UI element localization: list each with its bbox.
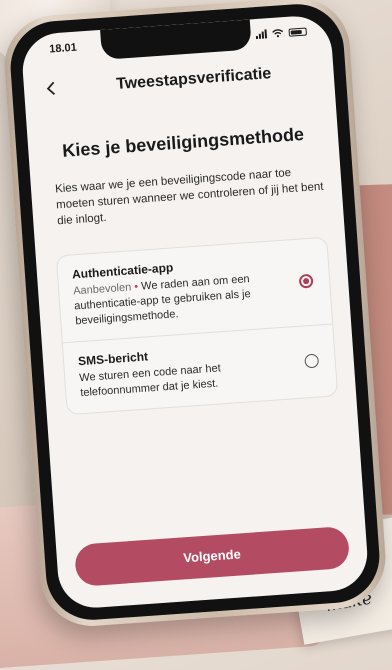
phone: 18.01 Tweestapsverificatie Kies je bevei (1, 0, 389, 630)
battery-icon (288, 27, 307, 37)
status-time: 18.01 (48, 41, 78, 56)
phone-screen: 18.01 Tweestapsverificatie Kies je bevei (20, 13, 370, 611)
option-description: We raden aan om een authenticatie-app te… (73, 273, 252, 328)
signal-icon (255, 29, 268, 40)
recommended-label: Aanbevolen (72, 281, 132, 298)
next-button[interactable]: Volgende (73, 525, 351, 587)
page-title: Tweestapsverificatie (115, 65, 272, 93)
heading: Kies je beveiligingsmethode (61, 123, 305, 161)
radio-sms[interactable] (304, 353, 320, 368)
wifi-icon (272, 29, 284, 38)
notch (100, 19, 252, 60)
phone-bezel: 18.01 Tweestapsverificatie Kies je bevei (7, 1, 383, 623)
radio-authenticator-app[interactable] (298, 273, 314, 289)
status-icons (255, 27, 307, 40)
options-list: Authenticatie-app Aanbevolen • We raden … (55, 236, 339, 416)
separator-dot: • (133, 280, 139, 294)
description: Kies waar we je een beveiligingscode naa… (54, 166, 324, 228)
